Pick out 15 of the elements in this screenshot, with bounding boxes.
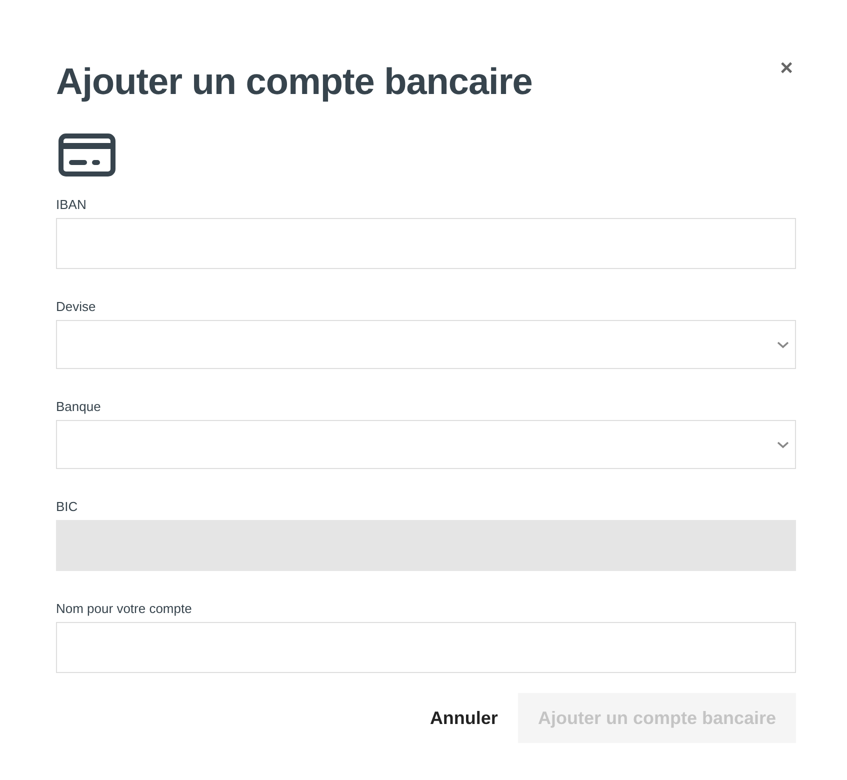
input-field[interactable]	[56, 622, 796, 673]
chevron-down-icon	[777, 340, 789, 348]
close-button[interactable]: ×	[777, 56, 796, 80]
cancel-button[interactable]: Annuler	[430, 698, 498, 738]
select-field[interactable]	[56, 420, 796, 469]
select-field[interactable]	[56, 320, 796, 369]
chevron-down-icon	[777, 440, 789, 448]
field-label: Devise	[56, 299, 97, 315]
field-label: Banque	[56, 399, 102, 415]
dialog-title: Ajouter un compte bancaire	[56, 60, 532, 104]
field-label: IBAN	[56, 197, 88, 213]
field-label: Nom pour votre compte	[56, 601, 193, 617]
input-field[interactable]	[56, 218, 796, 269]
credit-card-icon	[58, 133, 116, 177]
field-label: BIC	[56, 499, 79, 515]
